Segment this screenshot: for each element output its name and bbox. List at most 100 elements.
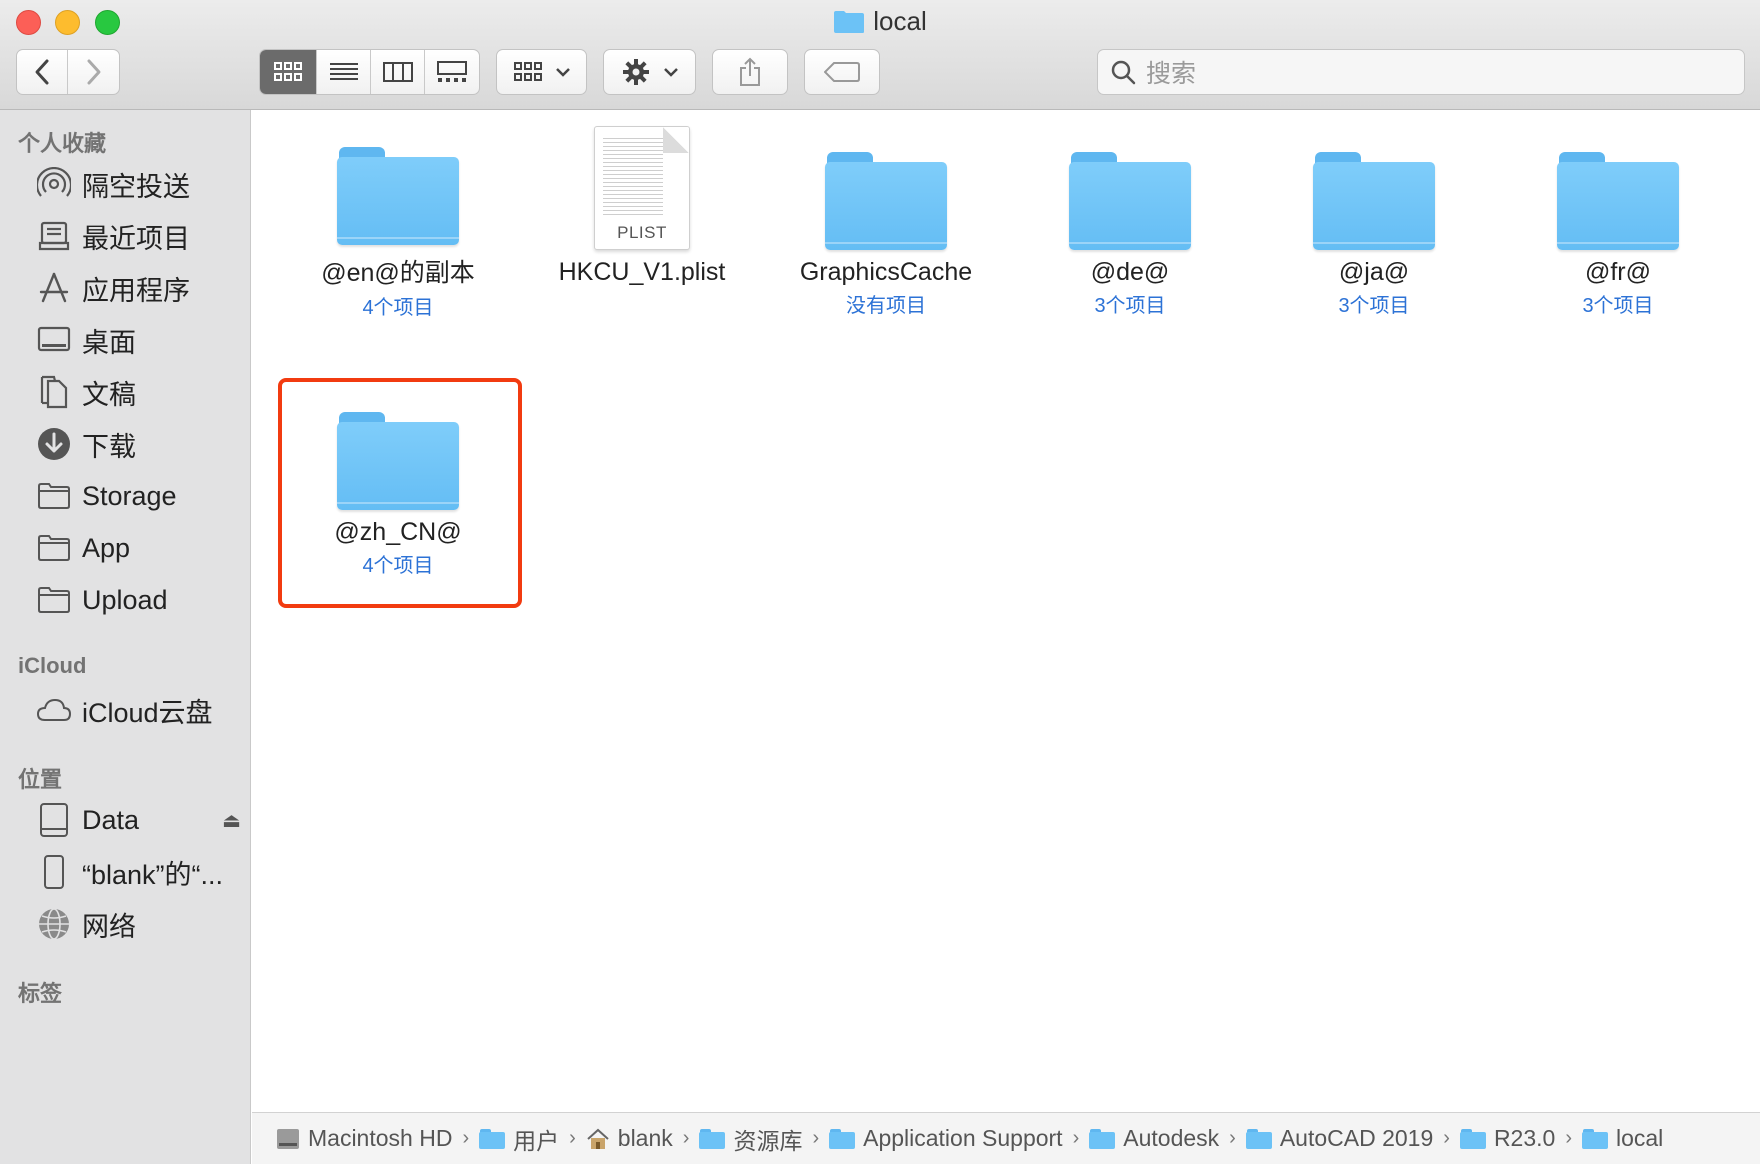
sidebar-item-label: Upload: [82, 584, 168, 615]
recents-icon: [36, 218, 72, 254]
file-icon-grid: @en@的副本 4个项目 PLIST HKCU_V1.plist Graphic…: [252, 110, 1760, 1112]
folder-item-fr[interactable]: @fr@ 3个项目: [1498, 120, 1738, 320]
sidebar-item-documents[interactable]: 文稿: [36, 372, 241, 412]
folder-item-en-copy[interactable]: @en@的副本 4个项目: [278, 120, 518, 320]
sidebar-item-label: 最近项目: [82, 223, 190, 254]
path-crumb-macintosh-hd[interactable]: Macintosh HD ›: [276, 1125, 471, 1152]
tag-button[interactable]: [805, 50, 879, 94]
crumb-label: 用户: [513, 1127, 560, 1154]
window-title-text: local: [873, 6, 927, 36]
sidebar-item-label: 文稿: [82, 379, 136, 410]
view-mode-segmented-control: [259, 49, 480, 95]
home-icon: [587, 1128, 609, 1149]
item-count: 4个项目: [362, 297, 434, 319]
folder-icon: [1069, 152, 1191, 250]
item-count: 3个项目: [1338, 295, 1410, 317]
sidebar-item-app[interactable]: App: [36, 528, 241, 568]
back-button[interactable]: [17, 50, 69, 94]
search-field[interactable]: 搜索: [1097, 49, 1745, 95]
eject-icon[interactable]: ⏏: [222, 808, 241, 833]
path-crumb-library[interactable]: 资源库 ›: [699, 1122, 821, 1156]
path-crumb-autocad-2019[interactable]: AutoCAD 2019 ›: [1245, 1125, 1452, 1152]
file-extension-label: PLIST: [617, 223, 667, 242]
group-by-menu[interactable]: [496, 49, 587, 95]
sidebar-item-desktop[interactable]: 桌面: [36, 320, 241, 360]
group-by-button[interactable]: [497, 50, 586, 94]
folder-icon: [1245, 1128, 1272, 1149]
sidebar-item-applications[interactable]: 应用程序: [36, 268, 241, 308]
documents-icon: [36, 374, 72, 410]
folder-item-de[interactable]: @de@ 3个项目: [1010, 120, 1250, 320]
item-name: @ja@: [1338, 258, 1410, 286]
path-crumb-users[interactable]: 用户 ›: [479, 1122, 578, 1156]
path-crumb-home[interactable]: blank ›: [586, 1125, 692, 1152]
forward-button[interactable]: [68, 50, 119, 94]
icon-view-button[interactable]: [260, 50, 317, 94]
disk-icon: [36, 802, 72, 838]
item-count: 3个项目: [1582, 295, 1654, 317]
folder-icon: [1089, 1128, 1116, 1149]
file-item-plist[interactable]: PLIST HKCU_V1.plist: [522, 120, 762, 320]
sidebar-item-upload[interactable]: Upload: [36, 580, 241, 620]
action-menu[interactable]: [603, 49, 696, 95]
crumb-label: 资源库: [733, 1127, 803, 1154]
crumb-separator: ›: [1072, 1127, 1080, 1149]
sidebar-item-downloads[interactable]: 下载: [36, 424, 241, 464]
crumb-separator: ›: [812, 1127, 820, 1149]
path-crumb-local[interactable]: local: [1581, 1125, 1663, 1152]
sidebar-item-label: iCloud云盘: [82, 697, 213, 728]
crumb-separator: ›: [682, 1127, 690, 1149]
share-icon: [740, 57, 760, 86]
sidebar-item-recents[interactable]: 最近项目: [36, 216, 241, 256]
tag-icon: [824, 62, 860, 82]
tag-control[interactable]: [804, 49, 880, 95]
crumb-label: Macintosh HD: [308, 1125, 453, 1151]
list-view-button[interactable]: [317, 50, 371, 94]
sidebar-item-label: 桌面: [82, 327, 136, 358]
item-count: 3个项目: [1094, 295, 1166, 317]
path-crumb-application-support[interactable]: Application Support ›: [829, 1125, 1081, 1152]
path-crumb-r23[interactable]: R23.0 ›: [1459, 1125, 1574, 1152]
item-name: HKCU_V1.plist: [558, 258, 726, 286]
crumb-separator: ›: [1229, 1127, 1236, 1149]
ipod-icon: [36, 854, 72, 890]
item-name: @en@的副本: [321, 259, 475, 287]
path-bar: Macintosh HD › 用户 › blank › 资源库 › Applic…: [252, 1112, 1760, 1164]
folder-item-ja[interactable]: @ja@ 3个项目: [1254, 120, 1494, 320]
sidebar-item-storage[interactable]: Storage: [36, 476, 241, 516]
chevron-down-icon: [555, 68, 570, 77]
folder-icon: [36, 530, 72, 566]
folder-icon: [1459, 1128, 1486, 1149]
sidebar-item-ipod[interactable]: “blank”的“...: [36, 852, 241, 892]
sidebar-item-label: “blank”的“...: [82, 859, 224, 890]
sidebar-item-airdrop[interactable]: 隔空投送: [36, 164, 241, 204]
crumb-label: Application Support: [863, 1125, 1063, 1151]
sidebar-item-network[interactable]: 网络: [36, 904, 241, 944]
sidebar-item-icloud-drive[interactable]: iCloud云盘: [36, 690, 241, 730]
gear-icon: [622, 59, 649, 85]
window-toolbar: local 搜索: [0, 0, 1760, 110]
network-icon: [36, 906, 72, 942]
folder-item-graphicscache[interactable]: GraphicsCache 没有项目: [766, 120, 1006, 320]
crumb-label: AutoCAD 2019: [1279, 1125, 1434, 1151]
airdrop-icon: [36, 166, 72, 202]
tags-heading: 标签: [18, 981, 63, 1006]
chevron-left-icon: [35, 59, 49, 85]
share-control[interactable]: [712, 49, 788, 95]
gallery-view-button[interactable]: [425, 50, 479, 94]
path-crumb-autodesk[interactable]: Autodesk ›: [1089, 1125, 1238, 1152]
sidebar-item-label: App: [82, 532, 131, 563]
sidebar-item-data-disk[interactable]: Data ⏏: [36, 800, 241, 840]
highlight-annotation-box: [278, 378, 522, 608]
folder-icon: [833, 10, 865, 34]
folder-icon: [36, 582, 72, 618]
item-name: GraphicsCache: [799, 258, 973, 286]
crumb-separator: ›: [1565, 1127, 1572, 1149]
action-button[interactable]: [604, 50, 695, 94]
sidebar-item-label: 下载: [82, 431, 136, 462]
column-view-button[interactable]: [371, 50, 425, 94]
folder-icon: [1581, 1128, 1608, 1149]
crumb-separator: ›: [1443, 1127, 1450, 1149]
share-button[interactable]: [713, 50, 787, 94]
item-count: 没有项目: [846, 295, 926, 317]
